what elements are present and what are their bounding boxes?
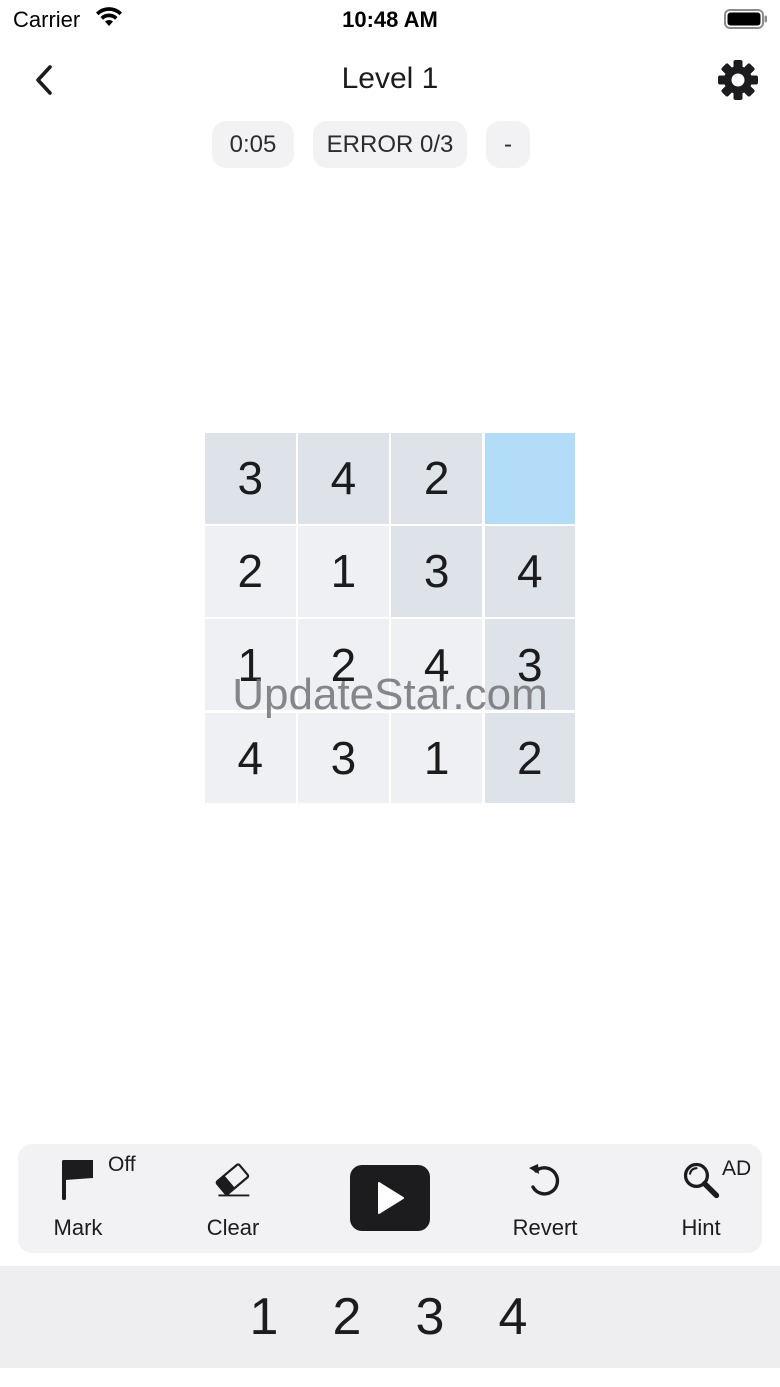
battery-icon xyxy=(724,9,767,29)
board-cell-r3c4[interactable]: 3 xyxy=(484,619,576,710)
board-cell-r4c3[interactable]: 1 xyxy=(391,712,482,804)
number-key-1[interactable]: 1 xyxy=(234,1282,294,1352)
sudoku-board: 342213412434312 xyxy=(205,433,576,804)
number-key-2[interactable]: 2 xyxy=(317,1282,377,1352)
board-cell-r1c4[interactable] xyxy=(484,433,576,524)
difficulty-pill: - xyxy=(486,121,530,168)
gear-icon xyxy=(718,60,758,100)
board-cell-r1c3[interactable]: 2 xyxy=(391,433,482,524)
status-time: 10:48 AM xyxy=(342,7,438,32)
board-cell-r2c2[interactable]: 1 xyxy=(298,526,389,617)
eraser-icon xyxy=(215,1163,250,1197)
hint-ad-badge: AD xyxy=(722,1157,752,1180)
board-cell-r2c4[interactable]: 4 xyxy=(484,526,576,617)
revert-label: Revert xyxy=(512,1215,578,1240)
timer-pill: 0:05 xyxy=(212,121,294,168)
clear-label: Clear xyxy=(206,1215,260,1240)
status-bar: Carrier 10:48 AM xyxy=(0,0,780,40)
board-cell-r3c3[interactable]: 4 xyxy=(391,619,482,710)
board-cell-r1c2[interactable]: 4 xyxy=(298,433,389,524)
flag-icon xyxy=(62,1160,93,1200)
clear-button[interactable]: Clear xyxy=(173,1158,293,1248)
hint-label: Hint xyxy=(681,1215,721,1240)
board-cell-r4c1[interactable]: 4 xyxy=(205,712,296,804)
level-title: Level 1 xyxy=(341,62,439,95)
number-key-3[interactable]: 3 xyxy=(400,1282,460,1352)
settings-button[interactable] xyxy=(716,58,760,102)
play-icon xyxy=(378,1182,404,1214)
number-key-4[interactable]: 4 xyxy=(483,1282,543,1352)
error-counter-pill: ERROR 0/3 xyxy=(313,121,467,168)
board-cell-r2c1[interactable]: 2 xyxy=(205,526,296,617)
number-pad: 1 2 3 4 xyxy=(0,1266,780,1368)
board-cell-r4c2[interactable]: 3 xyxy=(298,712,389,804)
board-cell-r3c1[interactable]: 1 xyxy=(205,619,296,710)
board-cell-r4c4[interactable]: 2 xyxy=(484,712,576,804)
board-cell-r3c2[interactable]: 2 xyxy=(298,619,389,710)
magnifier-icon xyxy=(683,1162,720,1199)
mark-status-badge: Off xyxy=(108,1153,136,1176)
mark-label: Mark xyxy=(53,1215,103,1240)
play-button[interactable] xyxy=(350,1165,430,1231)
revert-button[interactable]: Revert xyxy=(485,1158,605,1248)
undo-icon xyxy=(529,1164,560,1196)
board-cell-r1c1[interactable]: 3 xyxy=(205,433,296,524)
board-cell-r2c3[interactable]: 3 xyxy=(391,526,482,617)
